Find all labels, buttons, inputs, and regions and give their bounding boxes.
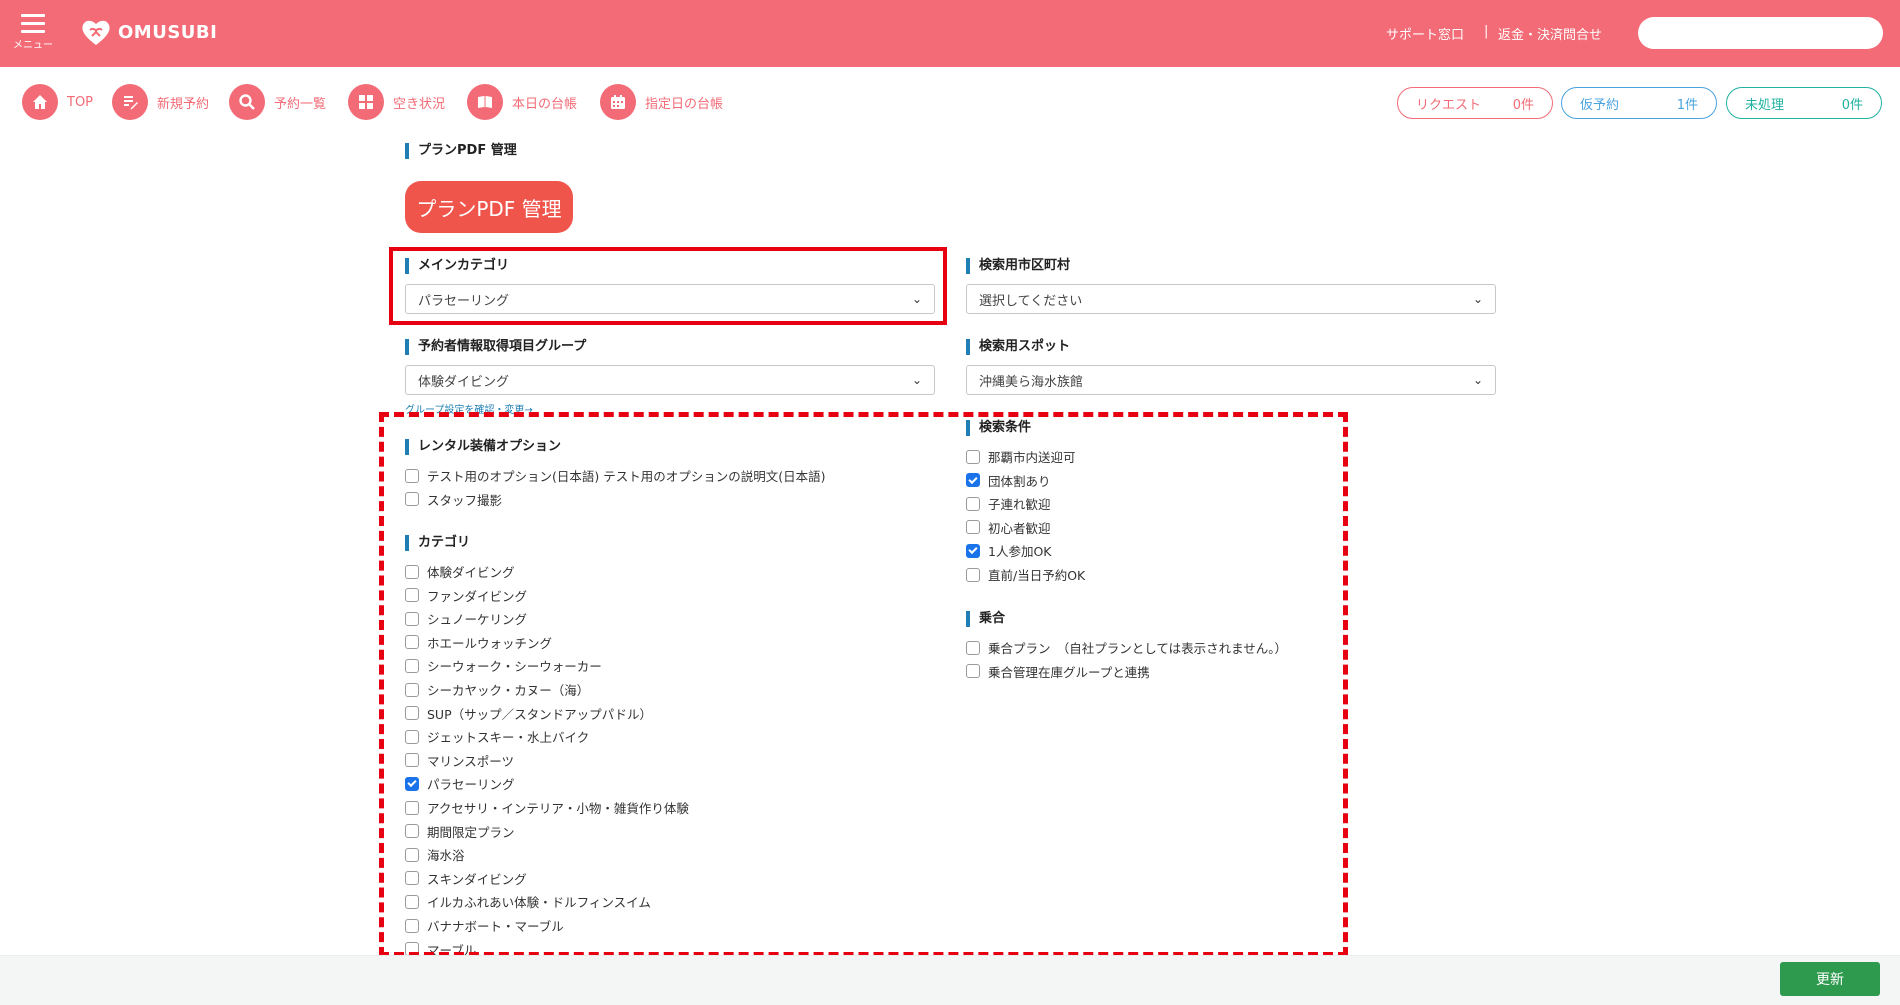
footer-bar [0, 955, 1900, 1005]
search-city-select[interactable]: 選択してください ⌄ [966, 284, 1496, 314]
grid-icon [348, 84, 384, 120]
brand-name: OMUSUBI [118, 21, 218, 43]
chevron-down-icon: ⌄ [1472, 373, 1483, 387]
highlight-box-dashed [379, 412, 1348, 957]
header-separator: | [1484, 24, 1489, 39]
booker-group-select[interactable]: 体験ダイビング ⌄ [405, 365, 935, 395]
plan-pdf-button[interactable]: プランPDF 管理 [405, 181, 573, 233]
menu-label: メニュー [13, 40, 53, 51]
nav-item-new-booking[interactable]: 新規予約 [112, 84, 209, 120]
nav-item-availability[interactable]: 空き状況 [348, 84, 445, 120]
status-unprocessed-count: 0件 [1841, 97, 1863, 113]
status-tentative-count: 1件 [1676, 97, 1698, 113]
nav-item-date-ledger[interactable]: 指定日の台帳 [600, 84, 723, 120]
calendar-icon [600, 84, 636, 120]
menu-button[interactable]: メニュー [9, 12, 57, 60]
nav-label-today-ledger: 本日の台帳 [512, 96, 578, 112]
status-request-label: リクエスト [1416, 97, 1482, 113]
page-section-title: プランPDF 管理 [405, 143, 517, 159]
search-icon [229, 84, 265, 120]
booker-group-value: 体験ダイビング [418, 374, 510, 390]
main-nav: TOP 新規予約 予約一覧 空き状況 本日の台帳 指定日の台帳 リクエスト 0件 [0, 67, 1900, 134]
nav-label-availability: 空き状況 [393, 96, 446, 112]
highlight-box-solid [389, 247, 947, 325]
search-city-label: 検索用市区町村 [966, 258, 1070, 274]
hamburger-icon [21, 14, 45, 33]
nav-item-top[interactable]: TOP [22, 84, 93, 120]
status-tentative[interactable]: 仮予約 1件 [1561, 87, 1717, 119]
status-request[interactable]: リクエスト 0件 [1397, 87, 1553, 119]
nav-label-date-ledger: 指定日の台帳 [645, 96, 724, 112]
heart-logo-icon [82, 20, 110, 45]
chevron-down-icon: ⌄ [1472, 292, 1483, 306]
book-icon [467, 84, 503, 120]
booker-group-label: 予約者情報取得項目グループ [405, 339, 586, 355]
search-city-value: 選択してください [979, 293, 1083, 309]
nav-item-today-ledger[interactable]: 本日の台帳 [467, 84, 577, 120]
new-booking-icon [112, 84, 148, 120]
nav-item-booking-list[interactable]: 予約一覧 [229, 84, 326, 120]
status-unprocessed-label: 未処理 [1745, 97, 1785, 113]
nav-label-new-booking: 新規予約 [157, 96, 210, 112]
status-tentative-label: 仮予約 [1580, 97, 1620, 113]
search-spot-select[interactable]: 沖縄美ら海水族館 ⌄ [966, 365, 1496, 395]
support-link[interactable]: サポート窓口 [1386, 24, 1464, 43]
logo[interactable]: OMUSUBI [80, 17, 217, 47]
chevron-down-icon: ⌄ [911, 373, 922, 387]
search-spot-label: 検索用スポット [966, 339, 1070, 355]
update-button[interactable]: 更新 [1780, 962, 1880, 996]
header-search-input[interactable] [1638, 17, 1883, 49]
search-spot-value: 沖縄美ら海水族館 [979, 374, 1084, 390]
nav-label-top: TOP [67, 94, 94, 110]
status-request-count: 0件 [1512, 97, 1534, 113]
nav-label-booking-list: 予約一覧 [274, 96, 327, 112]
refund-link[interactable]: 返金・決済問合せ [1498, 24, 1602, 43]
top-header: メニュー OMUSUBI サポート窓口 | 返金・決済問合せ [0, 0, 1900, 67]
status-unprocessed[interactable]: 未処理 0件 [1726, 87, 1882, 119]
home-icon [22, 84, 58, 120]
